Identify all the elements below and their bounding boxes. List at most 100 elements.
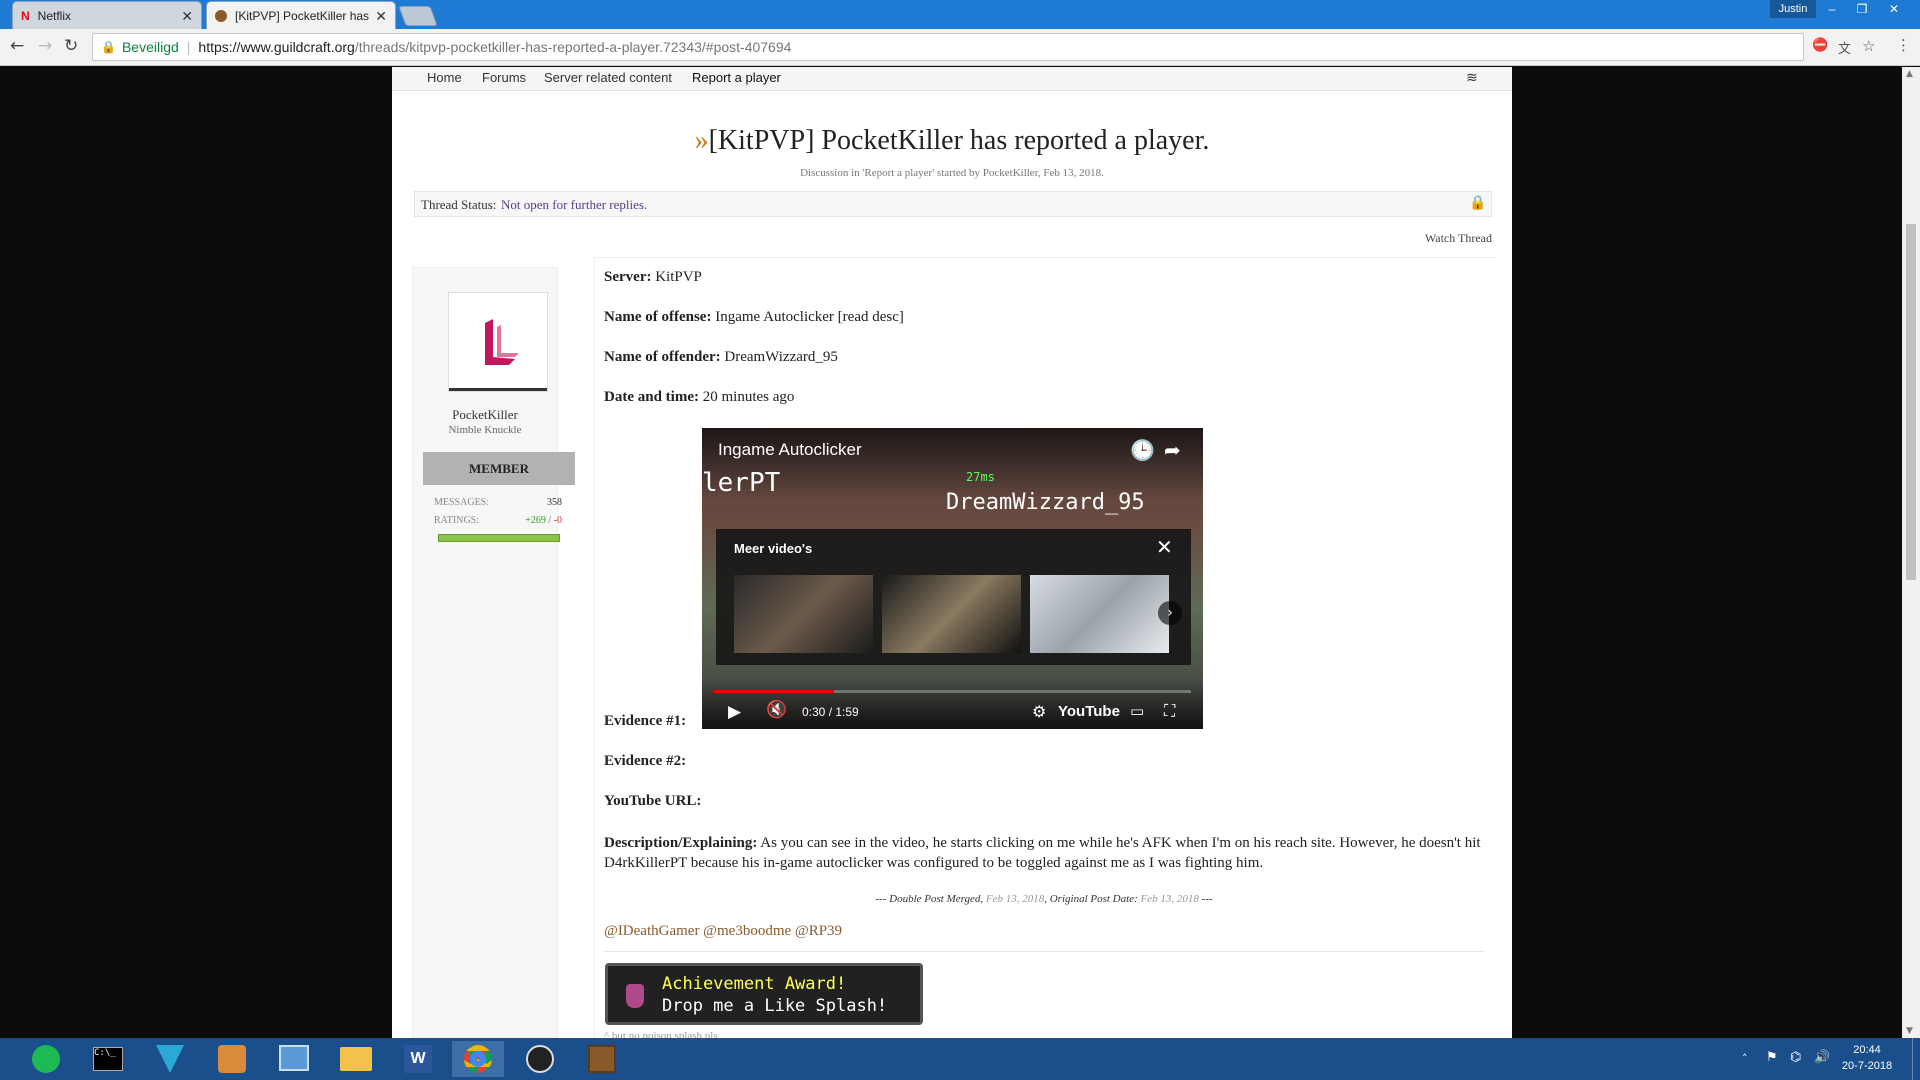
profile-name[interactable]: Justin [1770, 0, 1816, 18]
tab-close-icon[interactable]: ✕ [181, 8, 193, 25]
field-offender: Name of offender: DreamWizzard_95 [604, 349, 838, 366]
ratings-positive: +269 [525, 515, 546, 526]
nav-server-content[interactable]: Server related content [544, 70, 672, 85]
youtube-embed[interactable]: Ingame Autoclicker 🕒 ➦ lerPT DreamWizzar… [702, 428, 1203, 729]
next-arrow-icon[interactable]: › [1158, 601, 1182, 625]
terminal-icon[interactable]: C:\_ [82, 1041, 134, 1077]
site-navbar: Home Forums Server related content Repor… [392, 67, 1512, 91]
achievement-text: Drop me a Like Splash! [662, 996, 888, 1016]
scroll-down-icon[interactable]: ▼ [1906, 1026, 1913, 1036]
mute-icon[interactable]: 🔇 [766, 700, 787, 720]
settings-gear-icon[interactable]: ⚙ [1032, 702, 1046, 721]
scripts-icon[interactable] [206, 1041, 258, 1077]
bookmark-star-icon[interactable]: ☆ [1862, 37, 1875, 55]
field-offense: Name of offense: Ingame Autoclicker [rea… [604, 309, 904, 326]
layers-icon[interactable]: ≋ [1466, 69, 1478, 86]
reload-icon[interactable]: ↻ [64, 36, 78, 56]
field-server: Server: KitPVP [604, 269, 702, 286]
signature-footnote: ^ but no poison splash pls [604, 1030, 718, 1038]
netflix-icon: N [21, 8, 30, 23]
ratings-value: +269 / -0 [492, 515, 562, 526]
video-title[interactable]: Ingame Autoclicker [718, 440, 862, 460]
clock-time[interactable]: 20:44 [1838, 1044, 1896, 1056]
progress-fill [714, 690, 835, 693]
menu-icon[interactable]: ⋮ [1896, 36, 1911, 54]
watch-thread-link[interactable]: Watch Thread [1422, 231, 1492, 246]
ingame-ping: 27ms [966, 470, 995, 484]
file-explorer-icon[interactable] [330, 1041, 382, 1077]
ingame-nametag: DreamWizzard_95 [946, 490, 1145, 515]
close-window-button[interactable]: ✕ [1880, 0, 1908, 18]
offender-value: DreamWizzard_95 [724, 349, 838, 365]
translate-icon[interactable]: 文 [1838, 38, 1851, 57]
new-tab-button[interactable] [398, 6, 438, 26]
field-description: Description/Explaining: As you can see i… [604, 833, 1484, 873]
splash-potion-icon [626, 984, 644, 1008]
ingame-text-left: lerPT [702, 468, 781, 498]
restore-button[interactable]: ❐ [1848, 0, 1876, 18]
achievement-banner: Achievement Award! Drop me a Like Splash… [605, 963, 923, 1025]
scrollbar-thumb[interactable] [1906, 224, 1916, 580]
status-value: Not open for further replies. [501, 197, 648, 212]
vector-icon[interactable] [144, 1041, 196, 1077]
scroll-up-icon[interactable]: ▲ [1906, 69, 1913, 79]
tab-title: Netflix [37, 8, 72, 23]
word-icon[interactable]: W [392, 1041, 444, 1077]
ratings-negative: -0 [553, 515, 562, 526]
progress-track[interactable] [714, 690, 1191, 693]
offense-label: Name of offense: [604, 309, 712, 325]
merged-date: Feb 13, 2018 [985, 893, 1045, 905]
show-desktop-button[interactable] [1912, 1038, 1920, 1080]
merged-suffix: --- [1198, 893, 1213, 905]
youtube-label: YouTube URL: [604, 793, 702, 809]
title-arrow: » [694, 125, 709, 156]
field-evidence1: Evidence #1: [604, 713, 686, 730]
messages-value: 358 [547, 497, 562, 508]
tab-guildcraft[interactable]: [KitPVP] PocketKiller has ✕ [206, 1, 396, 29]
satellite-icon[interactable] [514, 1041, 566, 1077]
nav-report-player[interactable]: Report a player [692, 70, 781, 85]
clock-date[interactable]: 20-7-2018 [1838, 1060, 1896, 1072]
username[interactable]: PocketKiller [412, 407, 558, 423]
field-date: Date and time: 20 minutes ago [604, 389, 794, 406]
server-label: Server: [604, 269, 652, 285]
video-time: 0:30 / 1:59 [802, 705, 859, 719]
minimize-button[interactable]: – [1818, 0, 1846, 18]
watch-later-icon[interactable]: 🕒 [1130, 438, 1155, 462]
achievement-title: Achievement Award! [662, 974, 847, 994]
thread-meta: Discussion in 'Report a player' started … [800, 167, 1104, 179]
minecraft-icon[interactable] [576, 1041, 628, 1077]
chrome-icon[interactable] [452, 1041, 504, 1077]
volume-icon[interactable]: 🔊 [1814, 1050, 1830, 1065]
title-text: [KitPVP] PocketKiller has reported a pla… [708, 125, 1210, 156]
back-icon[interactable]: ← [10, 36, 24, 56]
blocked-popup-icon[interactable]: ⛔ [1812, 38, 1828, 53]
member-badge: MEMBER [423, 452, 575, 485]
youtube-logo[interactable]: YouTube [1058, 703, 1120, 720]
spotify-icon[interactable] [20, 1041, 72, 1077]
cast-icon[interactable]: ▭ [1130, 702, 1144, 720]
fullscreen-icon[interactable]: ⛶ [1164, 701, 1175, 721]
avatar[interactable] [448, 292, 548, 392]
play-icon[interactable]: ▶ [728, 702, 741, 722]
related-video-thumb[interactable] [1030, 575, 1169, 653]
desc-label: Description/Explaining: [604, 835, 758, 851]
tab-netflix[interactable]: N Netflix ✕ [12, 1, 202, 29]
close-overlay-icon[interactable]: ✕ [1156, 535, 1173, 559]
control-panel-icon[interactable] [268, 1041, 320, 1077]
related-video-thumb[interactable] [882, 575, 1021, 653]
nav-forums[interactable]: Forums [482, 70, 526, 85]
related-video-thumb[interactable] [734, 575, 873, 653]
guildcraft-icon [215, 9, 227, 22]
forward-icon[interactable]: → [38, 36, 52, 56]
action-flag-icon[interactable]: ⚑ [1766, 1050, 1778, 1065]
date-value: 20 minutes ago [702, 389, 795, 405]
mentions[interactable]: @IDeathGamer @me3boodme @RP39 [604, 923, 842, 940]
nav-home[interactable]: Home [427, 70, 462, 85]
network-icon[interactable]: ⌬ [1790, 1050, 1801, 1065]
offender-label: Name of offender: [604, 349, 721, 365]
tab-close-icon[interactable]: ✕ [375, 8, 387, 25]
share-icon[interactable]: ➦ [1164, 438, 1181, 462]
address-bar[interactable]: 🔒 Beveiligd | https://www.guildcraft.org… [92, 33, 1804, 61]
tray-expand-icon[interactable]: ˄ [1742, 1052, 1748, 1065]
